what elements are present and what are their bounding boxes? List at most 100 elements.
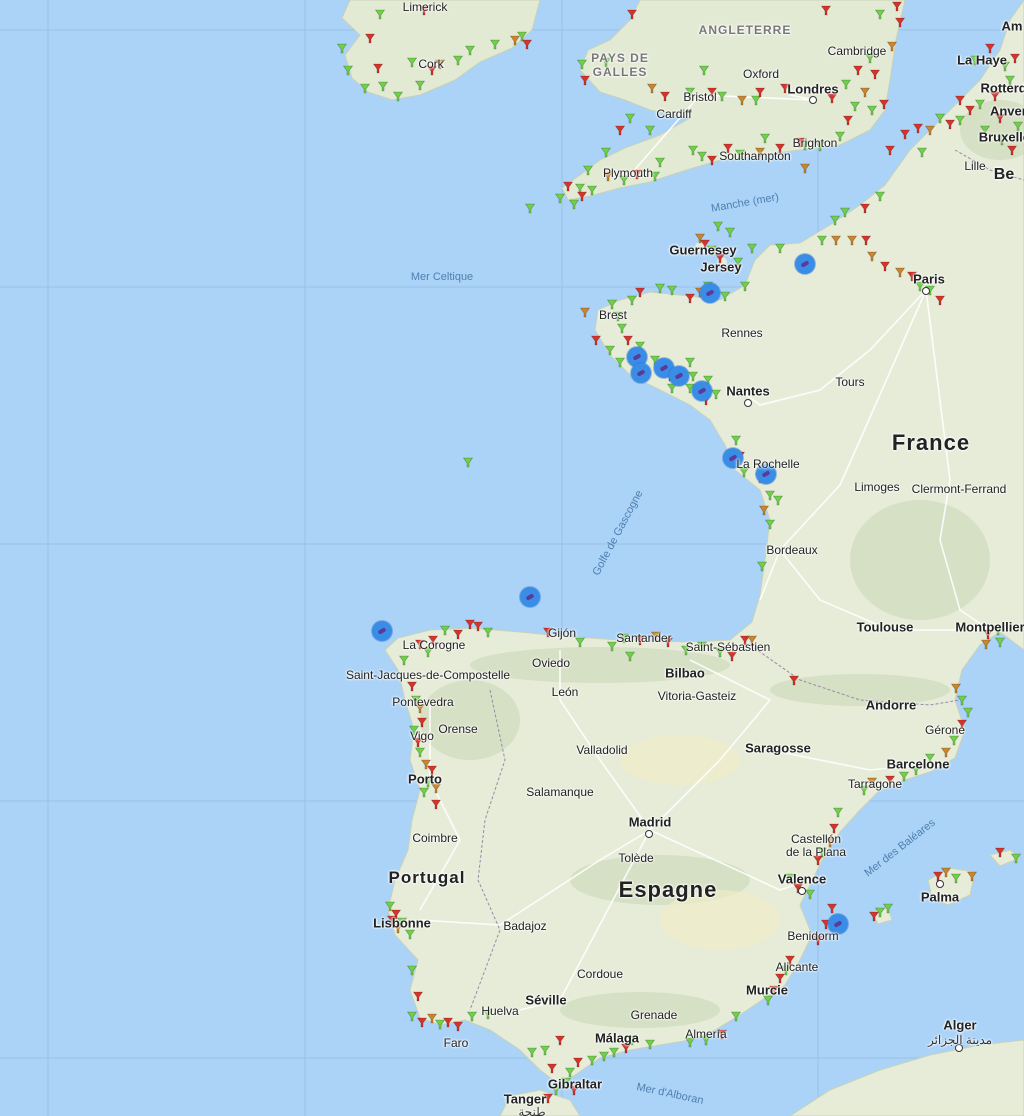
station-marker[interactable] <box>874 9 886 20</box>
station-marker[interactable] <box>956 695 968 706</box>
station-marker[interactable] <box>842 115 854 126</box>
station-marker[interactable] <box>404 929 416 940</box>
station-marker[interactable] <box>416 717 428 728</box>
station-marker[interactable] <box>562 181 574 192</box>
station-marker[interactable] <box>940 867 952 878</box>
station-marker[interactable] <box>710 389 722 400</box>
station-marker[interactable] <box>600 147 612 158</box>
station-marker[interactable] <box>859 203 871 214</box>
station-marker[interactable] <box>616 323 628 334</box>
station-marker[interactable] <box>804 889 816 900</box>
station-marker[interactable] <box>994 847 1006 858</box>
station-marker[interactable] <box>830 235 842 246</box>
station-marker[interactable] <box>574 183 586 194</box>
station-marker[interactable] <box>462 457 474 468</box>
station-marker[interactable] <box>869 69 881 80</box>
station-marker[interactable] <box>364 33 376 44</box>
station-marker[interactable] <box>950 873 962 884</box>
station-marker[interactable] <box>568 199 580 210</box>
station-marker[interactable] <box>820 5 832 16</box>
station-marker[interactable] <box>546 1063 558 1074</box>
station-marker[interactable] <box>614 357 626 368</box>
station-marker[interactable] <box>954 95 966 106</box>
station-marker[interactable] <box>372 63 384 74</box>
boat-marker[interactable] <box>372 621 392 641</box>
station-marker[interactable] <box>626 9 638 20</box>
station-marker[interactable] <box>406 681 418 692</box>
station-marker[interactable] <box>966 871 978 882</box>
station-marker[interactable] <box>646 83 658 94</box>
station-marker[interactable] <box>644 125 656 136</box>
station-marker[interactable] <box>684 293 696 304</box>
station-marker[interactable] <box>442 1017 454 1028</box>
station-marker[interactable] <box>1009 53 1021 64</box>
station-marker[interactable] <box>716 91 728 102</box>
station-marker[interactable] <box>894 267 906 278</box>
station-marker[interactable] <box>764 490 776 501</box>
station-marker[interactable] <box>464 619 476 630</box>
station-marker[interactable] <box>414 747 426 758</box>
station-marker[interactable] <box>859 87 871 98</box>
station-marker[interactable] <box>384 901 396 912</box>
station-marker[interactable] <box>874 191 886 202</box>
station-marker[interactable] <box>948 735 960 746</box>
station-marker[interactable] <box>750 95 762 106</box>
station-marker[interactable] <box>886 41 898 52</box>
station-marker[interactable] <box>924 125 936 136</box>
station-marker[interactable] <box>342 65 354 76</box>
station-marker[interactable] <box>622 335 634 346</box>
station-marker[interactable] <box>852 65 864 76</box>
station-marker[interactable] <box>466 1011 478 1022</box>
station-marker[interactable] <box>614 125 626 136</box>
station-marker[interactable] <box>866 105 878 116</box>
station-marker[interactable] <box>359 83 371 94</box>
station-marker[interactable] <box>764 519 776 530</box>
station-marker[interactable] <box>452 55 464 66</box>
station-marker[interactable] <box>696 151 708 162</box>
station-marker[interactable] <box>799 163 811 174</box>
station-marker[interactable] <box>739 281 751 292</box>
station-marker[interactable] <box>882 903 894 914</box>
station-marker[interactable] <box>846 235 858 246</box>
station-marker[interactable] <box>759 133 771 144</box>
station-marker[interactable] <box>509 35 521 46</box>
station-marker[interactable] <box>916 147 928 158</box>
station-marker[interactable] <box>687 371 699 382</box>
station-marker[interactable] <box>624 651 636 662</box>
station-marker[interactable] <box>687 145 699 156</box>
station-marker[interactable] <box>736 95 748 106</box>
station-marker[interactable] <box>934 295 946 306</box>
station-marker[interactable] <box>590 335 602 346</box>
station-marker[interactable] <box>878 99 890 110</box>
station-marker[interactable] <box>719 291 731 302</box>
station-marker[interactable] <box>746 243 758 254</box>
station-marker[interactable] <box>912 123 924 134</box>
station-marker[interactable] <box>526 1047 538 1058</box>
station-marker[interactable] <box>624 113 636 124</box>
station-marker[interactable] <box>576 59 588 70</box>
station-marker[interactable] <box>579 307 591 318</box>
station-marker[interactable] <box>464 45 476 56</box>
station-marker[interactable] <box>482 627 494 638</box>
station-marker[interactable] <box>406 965 418 976</box>
map-canvas[interactable]: France Espagne Portugal ANGLETERRE PAYS … <box>0 0 1024 1116</box>
station-marker[interactable] <box>472 621 484 632</box>
station-marker[interactable] <box>377 81 389 92</box>
station-marker[interactable] <box>586 185 598 196</box>
station-marker[interactable] <box>1010 853 1022 864</box>
station-marker[interactable] <box>954 115 966 126</box>
station-marker[interactable] <box>452 1021 464 1032</box>
station-marker[interactable] <box>950 683 962 694</box>
station-marker[interactable] <box>608 1047 620 1058</box>
station-marker[interactable] <box>521 39 533 50</box>
station-marker[interactable] <box>866 251 878 262</box>
station-marker[interactable] <box>684 357 696 368</box>
station-marker[interactable] <box>829 215 841 226</box>
station-marker[interactable] <box>634 287 646 298</box>
station-marker[interactable] <box>539 1045 551 1056</box>
station-marker[interactable] <box>934 113 946 124</box>
station-marker[interactable] <box>756 561 768 572</box>
station-marker[interactable] <box>1006 145 1018 156</box>
station-marker[interactable] <box>579 75 591 86</box>
station-marker[interactable] <box>574 637 586 648</box>
